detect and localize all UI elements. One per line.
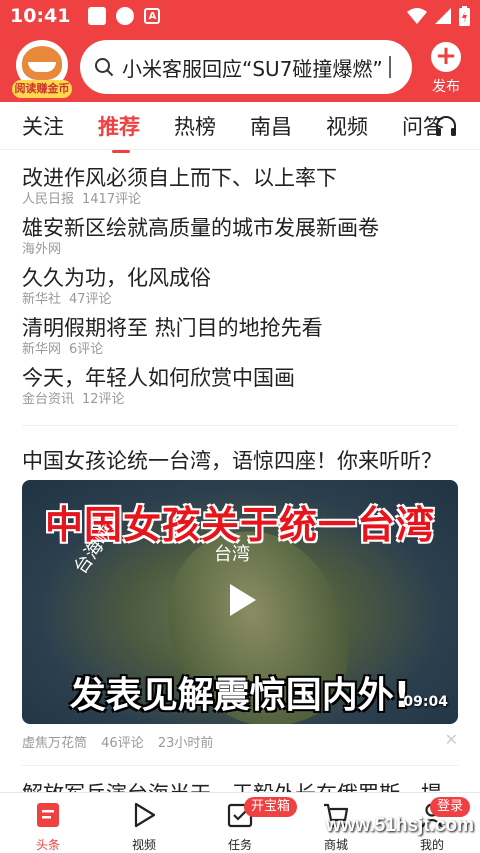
battery-icon <box>459 6 470 26</box>
headline-comments: 1417评论 <box>82 192 142 207</box>
tab-nanchang[interactable]: 南昌 <box>250 111 292 141</box>
nav-label: 头条 <box>35 838 60 852</box>
video-source: 虚焦万花筒 <box>22 736 88 751</box>
nav-label: 我的 <box>419 838 444 852</box>
status-bar: 10:41 A <box>0 0 480 32</box>
list-item[interactable]: 今天，年轻人如何欣赏中国画 金台资讯 12评论 <box>22 364 458 414</box>
video-duration: 09:04 <box>403 694 448 710</box>
dislike-close-icon[interactable]: ✕ <box>445 730 458 749</box>
nav-headline[interactable]: 头条 <box>0 793 96 853</box>
plus-icon: + <box>431 42 461 72</box>
top-header: 阅读赚金币 小米客服回应“SU7碰撞爆燃” + 发布 <box>0 32 480 102</box>
watermark: www.51hsjt.com <box>325 815 474 836</box>
divider <box>22 765 458 766</box>
divider <box>22 425 458 426</box>
tab-follow[interactable]: 关注 <box>22 111 64 141</box>
nav-task[interactable]: 任务 开宝箱 <box>192 793 298 853</box>
headline-source: 人民日报 <box>22 192 75 207</box>
search-bar[interactable]: 小米客服回应“SU7碰撞爆燃” <box>80 40 412 94</box>
list-item[interactable]: 雄安新区绘就高质量的城市发展新画卷 海外网 <box>22 214 458 264</box>
video-comments: 46评论 <box>101 736 144 751</box>
play-icon[interactable] <box>220 580 260 620</box>
notification-circle-icon <box>116 7 135 25</box>
nav-label: 商城 <box>323 838 348 852</box>
headline-comments: 12评论 <box>82 392 125 407</box>
headline-title: 改进作风必须自上而下、以上率下 <box>22 166 337 190</box>
read-earn-avatar[interactable]: 阅读赚金币 <box>12 40 72 100</box>
headline-source: 新华社 <box>22 292 62 307</box>
headline-title: 今天，年轻人如何欣赏中国画 <box>22 366 295 390</box>
headline-icon <box>37 803 59 827</box>
headline-source: 金台资讯 <box>22 392 75 407</box>
headline-source: 海外网 <box>22 242 62 257</box>
publish-label: 发布 <box>432 79 460 95</box>
video-caption-bottom: 发表见解震惊国内外! <box>69 675 411 716</box>
video-thumbnail[interactable]: 中国女孩关于统一台湾 台海峡 台湾 发表见解震惊国内外! 09:04 <box>22 480 458 724</box>
read-earn-badge: 阅读赚金币 <box>12 80 72 98</box>
headline-comments: 47评论 <box>69 292 112 307</box>
headline-title: 雄安新区绘就高质量的城市发展新画卷 <box>22 216 379 240</box>
notification-a-icon: A <box>144 8 161 24</box>
notification-icon <box>88 7 107 25</box>
status-time: 10:41 <box>10 5 71 27</box>
tab-recommend[interactable]: 推荐 <box>98 111 140 153</box>
headline-list: 改进作风必须自上而下、以上率下 人民日报 1417评论 雄安新区绘就高质量的城市发… <box>22 164 458 414</box>
play-icon <box>134 802 156 828</box>
search-caret <box>388 56 391 78</box>
search-icon <box>95 58 114 77</box>
headline-title: 久久为功，化风成俗 <box>22 266 211 290</box>
headphones-icon[interactable] <box>434 114 458 138</box>
list-item[interactable]: 清明假期将至 热门目的地抢先看 新华网 6评论 <box>22 314 458 364</box>
wifi-icon <box>407 8 427 24</box>
video-article-title[interactable]: 中国女孩论统一台湾，语惊四座！你来听听？ <box>22 445 458 475</box>
list-item[interactable]: 久久为功，化风成俗 新华社 47评论 <box>22 264 458 314</box>
nav-video[interactable]: 视频 <box>96 793 192 853</box>
login-badge: 登录 <box>430 797 471 817</box>
video-time: 23小时前 <box>157 736 214 751</box>
nav-label: 任务 <box>227 838 252 852</box>
channel-tabs: 关注 推荐 热榜 南昌 视频 问答 <box>0 102 480 153</box>
video-meta: 虚焦万花筒 46评论 23小时前 <box>22 732 458 751</box>
search-query: 小米客服回应“SU7碰撞爆燃” <box>122 56 383 81</box>
nav-label: 视频 <box>131 838 156 852</box>
signal-icon <box>435 8 451 24</box>
tab-hot[interactable]: 热榜 <box>174 111 216 141</box>
headline-comments: 6评论 <box>69 342 104 357</box>
list-item[interactable]: 改进作风必须自上而下、以上率下 人民日报 1417评论 <box>22 164 458 214</box>
tab-video[interactable]: 视频 <box>326 111 368 141</box>
headline-source: 新华网 <box>22 342 62 357</box>
publish-button[interactable]: + 发布 <box>424 42 468 96</box>
headline-title: 清明假期将至 热门目的地抢先看 <box>22 316 323 340</box>
video-place-label: 台湾 <box>214 544 250 565</box>
